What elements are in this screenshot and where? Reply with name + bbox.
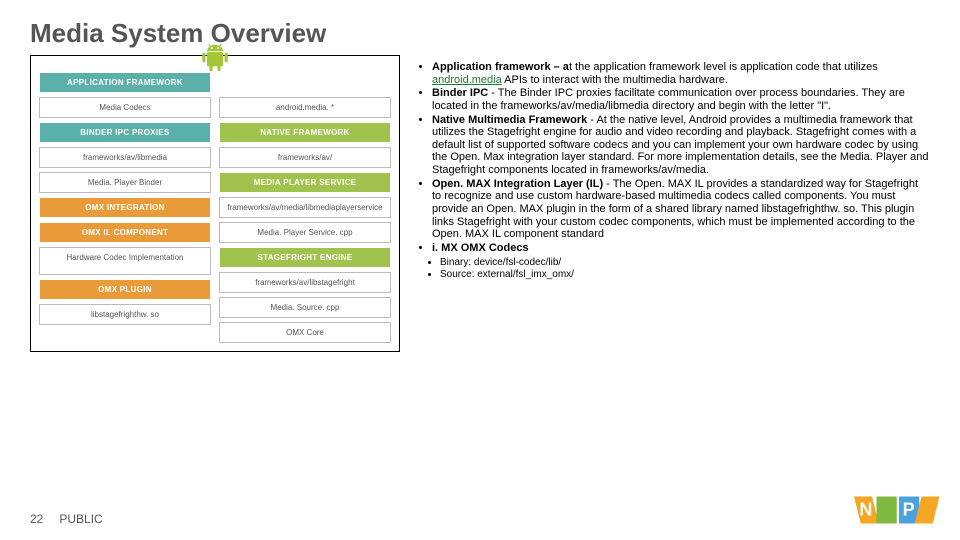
bullet-openmax-il: Open. MAX Integration Layer (IL) - The O… xyxy=(432,178,930,241)
page-title: Media System Overview xyxy=(30,18,930,49)
page-number: 22 xyxy=(30,512,43,526)
box-omx-plugin: OMX PLUGIN xyxy=(39,279,211,300)
architecture-diagram: APPLICATION FRAMEWORK Media Codecs BINDE… xyxy=(30,55,400,352)
box-media-source: Media. Source. cpp xyxy=(219,297,391,318)
footer-label: PUBLIC xyxy=(59,512,102,526)
sub-bullet-list: Binary: device/fsl-codec/lib/ Source: ex… xyxy=(414,257,930,281)
box-omx-core: OMX Core xyxy=(219,322,391,343)
sub-bullet-source: Source: external/fsl_imx_omx/ xyxy=(440,269,930,281)
svg-text:P: P xyxy=(903,499,915,519)
box-stagefright-path: frameworks/av/libstagefright xyxy=(219,272,391,293)
box-app-framework: APPLICATION FRAMEWORK xyxy=(39,72,211,93)
bullet-app-framework: Application framework – at the applicati… xyxy=(432,61,930,86)
bullet-imx-omx: i. MX OMX Codecs xyxy=(432,242,930,255)
link-android-media[interactable]: android.media xyxy=(432,74,502,86)
box-mps-path: frameworks/av/media/libmediaplayerservic… xyxy=(219,197,391,218)
box-media-player-service: MEDIA PLAYER SERVICE xyxy=(219,172,391,193)
box-binder-ipc: BINDER IPC PROXIES xyxy=(39,122,211,143)
box-omx-il: OMX IL COMPONENT xyxy=(39,222,211,243)
box-libmedia: frameworks/av/libmedia xyxy=(39,147,211,168)
box-hw-codec: Hardware Codec Implementation xyxy=(39,247,211,275)
bullet-bold: Native Multimedia Framework xyxy=(432,114,587,126)
bullet-native-framework: Native Multimedia Framework - At the nat… xyxy=(432,114,930,177)
box-native-framework: NATIVE FRAMEWORK xyxy=(219,122,391,143)
bullet-bold: Open. MAX Integration Layer (IL) xyxy=(432,178,603,190)
bullet-text: t the application framework level is app… xyxy=(569,61,878,73)
android-robot-icon xyxy=(194,40,236,72)
footer: 22 PUBLIC xyxy=(30,512,103,526)
box-libstagefright: libstagefrighthw. so xyxy=(39,304,211,325)
bullet-list: Application framework – at the applicati… xyxy=(414,55,930,352)
box-android-media: android.media. * xyxy=(219,97,391,118)
diagram-right-col: . android.media. * NATIVE FRAMEWORK fram… xyxy=(219,72,391,343)
diagram-left-col: APPLICATION FRAMEWORK Media Codecs BINDE… xyxy=(39,72,211,343)
box-frameworks-av: frameworks/av/ xyxy=(219,147,391,168)
svg-text:N: N xyxy=(859,499,872,519)
bullet-bold: Application framework – a xyxy=(432,61,569,73)
box-stagefright-engine: STAGEFRIGHT ENGINE xyxy=(219,247,391,268)
box-player-binder: Media. Player Binder xyxy=(39,172,211,193)
box-omx-integration: OMX INTEGRATION xyxy=(39,197,211,218)
content-row: APPLICATION FRAMEWORK Media Codecs BINDE… xyxy=(30,55,930,352)
box-media-codecs: Media Codecs xyxy=(39,97,211,118)
nxp-logo-icon: N P xyxy=(854,490,944,530)
bullet-binder-ipc: Binder IPC - The Binder IPC proxies faci… xyxy=(432,87,930,112)
bullet-text: - The Binder IPC proxies facilitate comm… xyxy=(432,87,905,112)
box-mps-cpp: Media. Player Service. cpp xyxy=(219,222,391,243)
bullet-bold: Binder IPC xyxy=(432,87,488,99)
sub-bullet-binary: Binary: device/fsl-codec/lib/ xyxy=(440,257,930,269)
bullet-text: APIs to interact with the multimedia har… xyxy=(502,74,728,86)
bullet-bold: i. MX OMX Codecs xyxy=(432,242,529,254)
